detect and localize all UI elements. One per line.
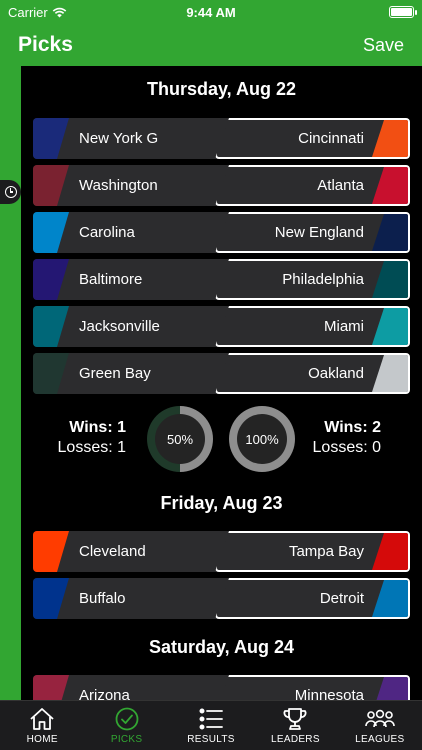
- team-color-stripe: [372, 261, 408, 298]
- team-name: Cincinnati: [298, 130, 364, 147]
- game-row: Carolina New England: [33, 212, 410, 253]
- game-row: New York G Cincinnati: [33, 118, 410, 159]
- team-name: Atlanta: [317, 177, 364, 194]
- history-toggle[interactable]: [0, 180, 21, 204]
- day-header: Thursday, Aug 22: [146, 79, 297, 99]
- trophy-icon: [284, 708, 307, 730]
- team-name: Buffalo: [79, 590, 126, 607]
- losses-count: Losses: 1: [57, 439, 126, 456]
- away-team-pick[interactable]: Atlanta: [215, 165, 410, 206]
- team-name: Green Bay: [79, 365, 151, 382]
- away-team-pick[interactable]: Miami: [215, 306, 410, 347]
- tab-home[interactable]: HOME: [0, 701, 84, 750]
- team-color-stripe: [33, 165, 69, 206]
- tab-bar: HOME PICKS RESULTS LEADERS LEAGUES: [0, 700, 422, 750]
- status-bar: Carrier 9:44 AM: [0, 0, 422, 24]
- away-team-pick[interactable]: Minnesota: [215, 675, 410, 700]
- carrier-label: Carrier: [8, 4, 48, 20]
- battery-icon: [389, 6, 417, 18]
- away-picks-record: Wins: 2 Losses: 0: [301, 418, 381, 458]
- win-percent-label: 100%: [245, 431, 279, 447]
- team-color-stripe: [33, 531, 69, 572]
- carrier-info: Carrier: [8, 5, 67, 20]
- tab-leaders[interactable]: LEADERS: [253, 701, 337, 750]
- group-icon: [365, 709, 395, 728]
- team-color-stripe: [372, 677, 408, 700]
- tab-results[interactable]: RESULTS: [169, 701, 253, 750]
- team-name: Carolina: [79, 224, 135, 241]
- game-row: Jacksonville Miami: [33, 306, 410, 347]
- game-row: Cleveland Tampa Bay: [33, 531, 410, 572]
- team-color-stripe: [33, 675, 69, 700]
- team-color-stripe: [372, 308, 408, 345]
- team-name: Washington: [79, 177, 158, 194]
- tab-label: LEAGUES: [355, 734, 405, 745]
- away-team-pick[interactable]: Cincinnati: [215, 118, 410, 159]
- away-team-pick[interactable]: Tampa Bay: [215, 531, 410, 572]
- team-name: New York G: [79, 130, 159, 147]
- team-color-stripe: [33, 306, 69, 347]
- wifi-icon: [52, 7, 66, 17]
- day-header: Friday, Aug 23: [160, 493, 283, 513]
- team-name: Cleveland: [79, 543, 146, 560]
- record-summary: Wins: 1 Losses: 1 50% 100% Wins: 2 Losse…: [21, 406, 422, 476]
- team-name: Detroit: [319, 590, 364, 607]
- game-row: Arizona Minnesota: [33, 675, 410, 700]
- game-row: Green Bay Oakland: [33, 353, 410, 394]
- away-team-pick[interactable]: Detroit: [215, 578, 410, 619]
- tab-label: RESULTS: [187, 734, 235, 745]
- tab-leagues[interactable]: LEAGUES: [338, 701, 422, 750]
- team-color-stripe: [372, 533, 408, 570]
- game-row: Baltimore Philadelphia: [33, 259, 410, 300]
- team-name: Minnesota: [294, 687, 364, 700]
- team-name: Arizona: [79, 687, 130, 700]
- away-team-pick[interactable]: Philadelphia: [215, 259, 410, 300]
- check-circle-icon: [115, 707, 139, 731]
- team-color-stripe: [33, 212, 69, 253]
- save-button[interactable]: Save: [363, 35, 404, 56]
- team-color-stripe: [33, 259, 69, 300]
- team-color-stripe: [372, 120, 408, 157]
- list-icon: [199, 708, 223, 730]
- win-percent-label: 50%: [166, 431, 194, 447]
- team-color-stripe: [33, 578, 69, 619]
- game-row: Washington Atlanta: [33, 165, 410, 206]
- team-name: Philadelphia: [282, 271, 364, 288]
- game-row: Buffalo Detroit: [33, 578, 410, 619]
- losses-count: Losses: 0: [312, 439, 381, 456]
- win-percent-ring: 50%: [147, 406, 213, 472]
- team-color-stripe: [372, 580, 408, 617]
- home-picks-record: Wins: 1 Losses: 1: [51, 418, 126, 458]
- team-color-stripe: [33, 353, 69, 394]
- team-name: Baltimore: [79, 271, 143, 288]
- home-icon: [30, 708, 54, 730]
- tab-label: PICKS: [110, 734, 143, 745]
- wins-count: Wins: 1: [69, 419, 126, 436]
- win-percent-ring: 100%: [229, 406, 295, 472]
- page-title: Picks: [18, 33, 73, 56]
- team-name: Oakland: [308, 365, 364, 382]
- team-name: Tampa Bay: [288, 543, 364, 560]
- team-name: New England: [274, 224, 364, 241]
- navigation-bar: Picks Save: [0, 24, 422, 66]
- tab-label: LEADERS: [271, 734, 320, 745]
- tab-picks[interactable]: PICKS: [84, 701, 168, 750]
- clock-icon: [4, 186, 17, 198]
- team-color-stripe: [372, 214, 408, 251]
- away-team-pick[interactable]: Oakland: [215, 353, 410, 394]
- side-drawer-strip: [0, 66, 21, 700]
- day-header: Saturday, Aug 24: [148, 637, 295, 657]
- team-color-stripe: [33, 118, 69, 159]
- team-name: Jacksonville: [79, 318, 160, 335]
- picks-list[interactable]: Thursday, Aug 22 New York G Cincinnati W…: [21, 66, 422, 700]
- team-color-stripe: [372, 167, 408, 204]
- wins-count: Wins: 2: [324, 419, 381, 436]
- team-name: Miami: [324, 318, 364, 335]
- team-color-stripe: [372, 355, 408, 392]
- away-team-pick[interactable]: New England: [215, 212, 410, 253]
- tab-label: HOME: [26, 734, 58, 745]
